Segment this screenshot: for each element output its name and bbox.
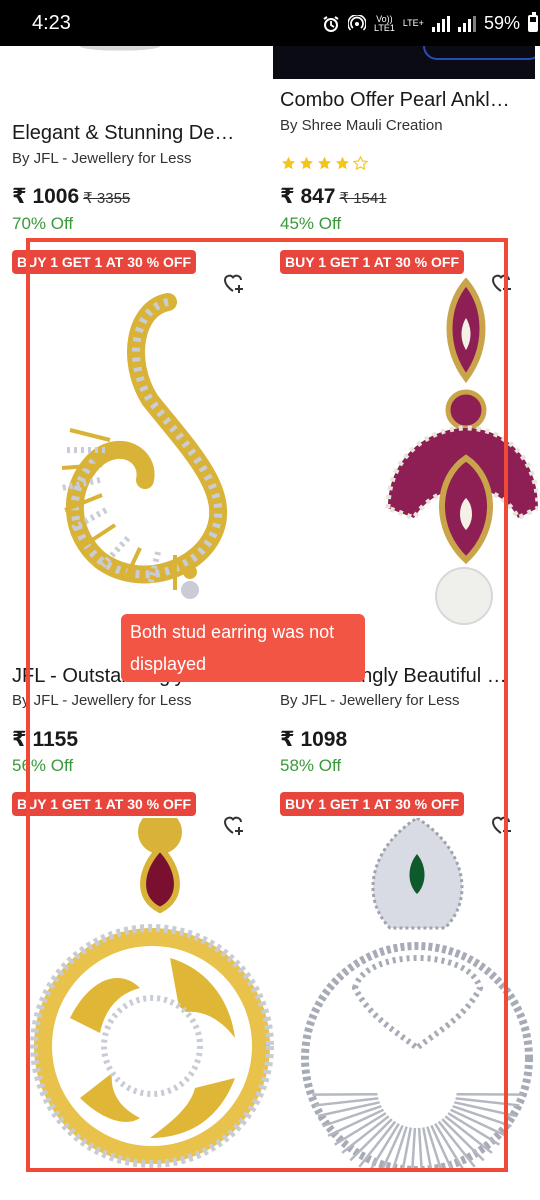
offer-badge: BUY 1 GET 1 AT 30 % OFF (280, 792, 465, 816)
discount-label: 56% Off (12, 756, 74, 775)
product-brand: By JFL - Jewellery for Less (12, 150, 192, 167)
signal-icon (431, 15, 450, 32)
swirl-earring-image (61, 293, 228, 599)
offer-badge: BUY 1 GET 1 AT 30 % OFF (12, 792, 197, 816)
product-image[interactable] (30, 818, 275, 1170)
status-time: 4:23 (32, 12, 71, 34)
star-icon (317, 156, 332, 170)
annotation-callout: Both stud earring was not displayed (121, 614, 365, 682)
gold-ruby-earring-image (30, 818, 274, 1168)
product-title[interactable]: Elegant & Stunning De… (12, 122, 262, 145)
volte-indicator: Vo)) LTE1 (374, 13, 395, 33)
product-brand: By JFL - Jewellery for Less (280, 692, 460, 709)
alarm-icon (323, 15, 339, 32)
rating-stars (281, 156, 368, 171)
product-title[interactable]: Combo Offer Pearl Ankl… (280, 89, 530, 112)
star-icon (281, 156, 296, 170)
product-image-2[interactable] (273, 46, 535, 79)
product-image[interactable] (295, 818, 540, 1170)
product-image[interactable] (40, 290, 270, 615)
network-type: LTE+ (402, 18, 424, 28)
offer-badge: BUY 1 GET 1 AT 30 % OFF (12, 250, 197, 274)
star-icon (299, 156, 314, 170)
product-price: ₹ 1006 ₹ 3355 (12, 185, 131, 208)
original-price: ₹ 3355 (83, 190, 131, 207)
hotspot-icon (348, 14, 366, 31)
battery-percent: 59% (483, 13, 520, 33)
product-price: ₹ 1155 (12, 728, 79, 751)
original-price: ₹ 1541 (339, 190, 387, 207)
product-brand: By JFL - Jewellery for Less (12, 692, 192, 709)
offer-badge: BUY 1 GET 1 AT 30 % OFF (280, 250, 465, 274)
star-icon (335, 156, 350, 170)
product-brand: By Shree Mauli Creation (280, 117, 443, 134)
product-image[interactable] (378, 278, 538, 630)
pearl-drop-earring-image (385, 278, 538, 625)
silver-emerald-earring-image (301, 818, 533, 1170)
star-icon (353, 156, 368, 171)
product-price: ₹ 1098 (280, 728, 348, 751)
discount-label: 58% Off (280, 756, 342, 775)
signal-icon (457, 15, 476, 32)
product-price: ₹ 847 ₹ 1541 (280, 185, 387, 208)
discount-label: 70% Off (12, 214, 74, 233)
status-icons: Vo)) LTE1 LTE+ 59% (322, 12, 538, 34)
battery-icon (527, 12, 538, 32)
discount-label: 45% Off (280, 214, 342, 233)
product-image-1[interactable] (0, 46, 200, 60)
status-bar: 4:23 Vo)) LTE1 LTE+ 59% (0, 0, 540, 46)
